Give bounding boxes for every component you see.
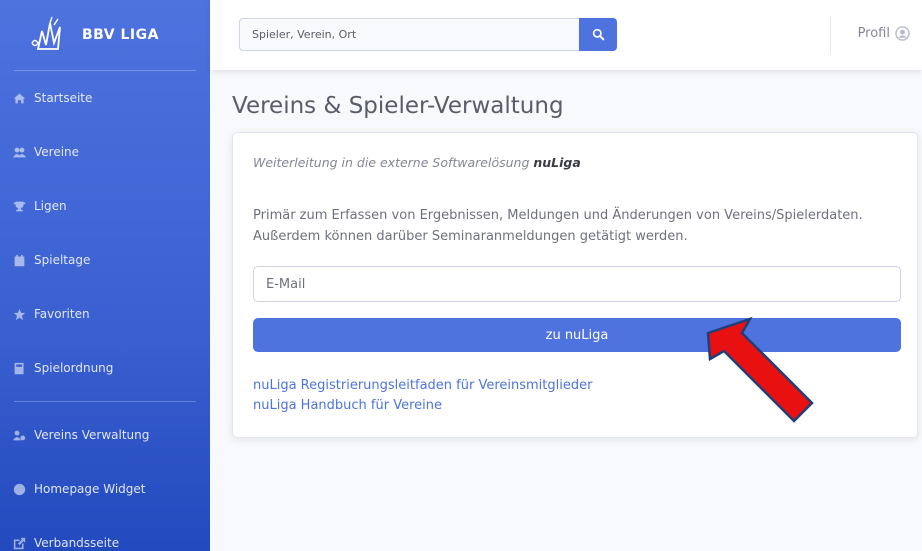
book-icon: [12, 361, 26, 375]
handbook-link[interactable]: nuLiga Handbuch für Vereine: [253, 396, 592, 416]
sidebar-item-label: Favoriten: [34, 307, 90, 321]
brand[interactable]: BBV LIGA: [0, 0, 210, 70]
sidebar-item-label: Ligen: [34, 199, 67, 213]
sidebar-item-label: Verbandsseite: [34, 536, 120, 550]
globe-icon: [12, 482, 26, 496]
search-button[interactable]: [579, 18, 617, 51]
sidebar-item-spielordnung[interactable]: Spielordnung: [0, 341, 210, 395]
trophy-icon: [12, 199, 26, 213]
search-icon: [592, 28, 604, 41]
red-arrow-annotation: [706, 316, 814, 423]
external-link-icon: [12, 536, 26, 550]
card-description: Primär zum Erfassen von Ergebnissen, Mel…: [253, 208, 863, 244]
home-icon: [12, 91, 26, 105]
sidebar-item-homepage-widget[interactable]: Homepage Widget: [0, 462, 210, 516]
page-title: Vereins & Spieler-Verwaltung: [232, 93, 564, 119]
user-circle-icon: [895, 26, 910, 41]
search-bar: [239, 18, 617, 51]
sidebar-item-verbandsseite[interactable]: Verbandsseite: [0, 516, 210, 551]
topbar: Profil: [210, 0, 922, 70]
sidebar-item-label: Startseite: [34, 91, 93, 105]
sidebar-item-vereine[interactable]: Vereine: [0, 125, 210, 179]
calendar-icon: [12, 253, 26, 267]
sidebar-item-favoriten[interactable]: Favoriten: [0, 287, 210, 341]
intro-text: Weiterleitung in die externe Softwarelös…: [253, 155, 534, 170]
sidebar-item-spieltage[interactable]: Spieltage: [0, 233, 210, 287]
sidebar-item-label: Spieltage: [34, 253, 91, 267]
search-input[interactable]: [239, 18, 579, 51]
sidebar-item-startseite[interactable]: Startseite: [0, 71, 210, 125]
users-cog-icon: [12, 428, 26, 442]
users-icon: [12, 145, 26, 159]
shuttlecock-logo-icon: [31, 16, 61, 50]
profile-label: Profil: [857, 26, 890, 41]
sidebar-item-vereins-verwaltung[interactable]: Vereins Verwaltung: [0, 408, 210, 462]
sidebar-item-label: Homepage Widget: [34, 482, 146, 496]
star-icon: [12, 307, 26, 321]
email-field[interactable]: [253, 266, 901, 302]
sidebar-item-ligen[interactable]: Ligen: [0, 179, 210, 233]
nuliga-links: nuLiga Registrierungsleitfaden für Verei…: [253, 376, 592, 416]
sidebar-item-label: Spielordnung: [34, 361, 114, 375]
topbar-divider: [830, 16, 831, 54]
sidebar-item-label: Vereine: [34, 145, 80, 159]
sidebar-item-label: Vereins Verwaltung: [34, 428, 150, 442]
profile-menu[interactable]: Profil: [858, 26, 910, 41]
registration-guide-link[interactable]: nuLiga Registrierungsleitfaden für Verei…: [253, 376, 592, 396]
brand-name: BBV LIGA: [82, 27, 159, 43]
card-intro: Weiterleitung in die externe Softwarelös…: [253, 155, 581, 170]
intro-bold: nuLiga: [533, 155, 581, 170]
sidebar: BBV LIGA Startseite Vereine Ligen Spielt…: [0, 0, 210, 551]
